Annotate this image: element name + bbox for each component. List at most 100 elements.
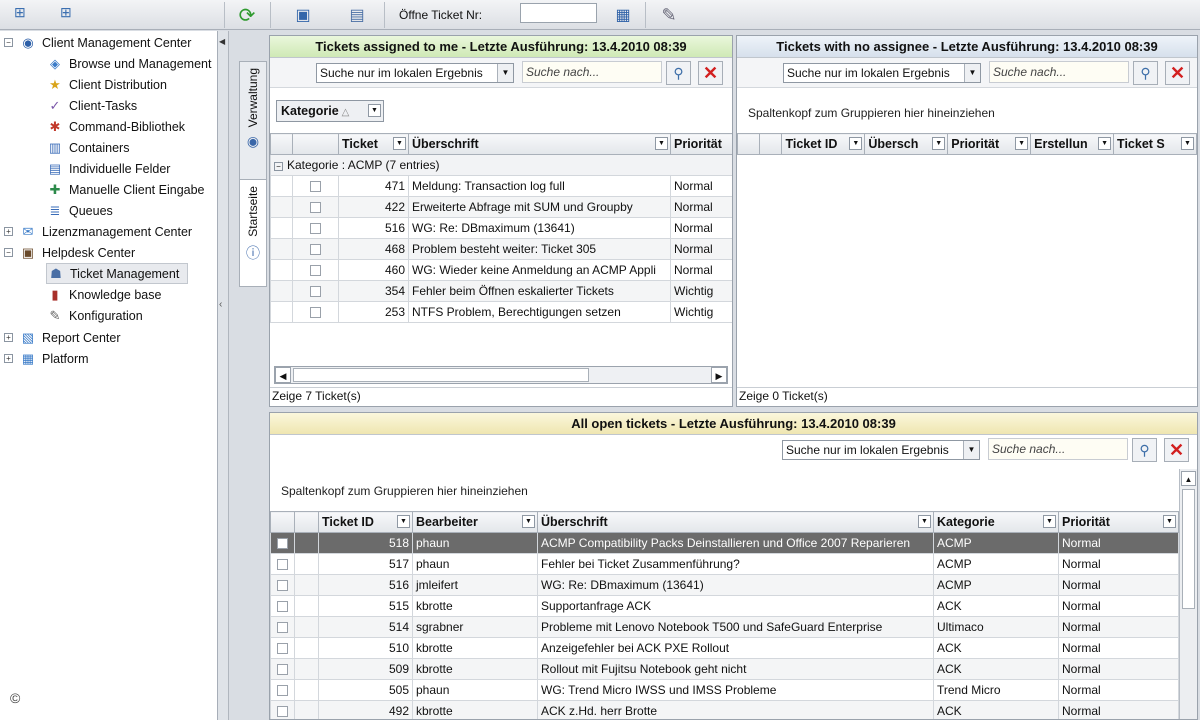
column-header-ticket-status[interactable]: Ticket S ▼	[1113, 133, 1197, 155]
table-row[interactable]: 516 jmleifert WG: Re: DBmaximum (13641) ACM…	[270, 574, 1179, 596]
column-header-prioritaet[interactable]: Priorität ▼	[1058, 511, 1179, 533]
table-row[interactable]: 471 Meldung: Transaction log full Normal	[270, 175, 732, 197]
chevron-down-icon[interactable]: ▼	[1163, 515, 1176, 528]
tree-item-ticket-management[interactable]: ☗ Ticket Management	[46, 263, 188, 284]
scroll-thumb[interactable]	[1182, 489, 1195, 609]
search-input[interactable]: Suche nach...	[522, 61, 662, 83]
table-row[interactable]: 505 phaun WG: Trend Micro IWSS und IMSS Pr…	[270, 679, 1179, 701]
chevron-down-icon[interactable]: ▼	[393, 137, 406, 150]
tree-item-individuelle-felder[interactable]: ▤ Individuelle Felder	[46, 158, 171, 179]
horizontal-scrollbar[interactable]: ◀ ▶	[274, 366, 728, 384]
column-header-ticket-id[interactable]: Ticket ID ▼	[781, 133, 866, 155]
table-row[interactable]: 516 WG: Re: DBmaximum (13641) Normal	[270, 217, 732, 239]
column-header-ticket[interactable]: Ticket ▼	[338, 133, 409, 155]
chevron-down-icon[interactable]: ▼	[522, 515, 535, 528]
tree-item-client-tasks[interactable]: ✓ Client-Tasks	[46, 95, 138, 116]
row-checkbox[interactable]	[310, 265, 321, 277]
collapse-toggle-icon[interactable]: −	[4, 248, 13, 257]
chevron-down-icon[interactable]: ▼	[1015, 137, 1029, 150]
tree-item-platform[interactable]: + ▦ Platform	[4, 348, 89, 369]
row-checkbox[interactable]	[277, 685, 288, 697]
column-header-ticket-id[interactable]: Ticket ID ▼	[318, 511, 413, 533]
chevron-down-icon[interactable]: ▼	[932, 137, 946, 150]
row-checkbox[interactable]	[277, 559, 288, 571]
column-header-ueberschrift[interactable]: Überschrift ▼	[408, 133, 671, 155]
row-checkbox[interactable]	[277, 580, 288, 592]
tree-item-helpdesk-center[interactable]: − ▣ Helpdesk Center	[4, 242, 135, 263]
open-ticket-input[interactable]	[520, 3, 597, 23]
row-checkbox[interactable]	[310, 202, 321, 214]
chevron-down-icon[interactable]: ▼	[1181, 137, 1194, 150]
row-checkbox[interactable]	[277, 622, 288, 634]
expand-toggle-icon[interactable]: +	[4, 227, 13, 236]
tree-item-browse-und-management[interactable]: ◈ Browse und Management	[46, 53, 211, 74]
tree-item-client-management-center[interactable]: − ◉ Client Management Center	[4, 32, 191, 53]
tree-expand-icon[interactable]: ⊞	[14, 4, 26, 21]
table-row[interactable]: 492 kbrotte ACK z.Hd. herr Brotte ACK Normal	[270, 700, 1179, 719]
chevron-down-icon[interactable]: ▼	[655, 137, 668, 150]
table-row[interactable]: 514 sgrabner Probleme mit Lenovo Notebook …	[270, 616, 1179, 638]
search-scope-select[interactable]: Suche nur im lokalen Ergebnis ▼	[316, 63, 514, 83]
tree-item-knowledge-base[interactable]: ▮ Knowledge base	[46, 284, 161, 305]
chevron-down-icon[interactable]: ▼	[849, 137, 863, 150]
row-checkbox[interactable]	[310, 307, 321, 319]
chevron-down-icon[interactable]: ▼	[1043, 515, 1056, 528]
search-input[interactable]: Suche nach...	[989, 61, 1129, 83]
tree-item-manuelle-client-eingabe[interactable]: ✚ Manuelle Client Eingabe	[46, 179, 205, 200]
tree-item-konfiguration[interactable]: ✎ Konfiguration	[46, 305, 143, 326]
column-header-prioritaet[interactable]: Priorität ▼	[947, 133, 1032, 155]
scroll-up-icon[interactable]: ▲	[1181, 471, 1196, 486]
search-button[interactable]: ⚲	[666, 61, 691, 85]
table-row[interactable]: 253 NTFS Problem, Berechtigungen setzen Wi…	[270, 301, 732, 323]
splitter-grip-icon[interactable]: ‹	[219, 299, 222, 310]
expand-toggle-icon[interactable]: +	[4, 333, 13, 342]
tab-startseite[interactable]: Startseite ⓘ	[239, 179, 267, 287]
row-checkbox[interactable]	[277, 664, 288, 676]
column-header-erstellung[interactable]: Erstellun ▼	[1030, 133, 1115, 155]
group-by-kategorie-button[interactable]: Kategorie △ ▼	[276, 100, 384, 122]
row-checkbox[interactable]	[277, 538, 288, 550]
row-checkbox[interactable]	[310, 223, 321, 235]
collapse-arrow-icon[interactable]: ◀	[219, 37, 225, 46]
table-row[interactable]: 460 WG: Wieder keine Anmeldung an ACMP Ap…	[270, 259, 732, 281]
search-button[interactable]: ⚲	[1132, 438, 1157, 462]
vertical-scrollbar[interactable]: ▲	[1179, 469, 1197, 719]
column-header-prioritaet[interactable]: Priorität	[670, 133, 732, 155]
clear-search-button[interactable]: ✕	[1165, 61, 1190, 85]
scroll-thumb[interactable]	[293, 368, 589, 382]
splitter[interactable]: ◀ ‹	[218, 31, 229, 720]
new-ticket-icon[interactable]: ▣	[290, 3, 316, 27]
tree-item-report-center[interactable]: + ▧ Report Center	[4, 327, 121, 348]
tree-item-command-bibliothek[interactable]: ✱ Command-Bibliothek	[46, 116, 185, 137]
collapse-toggle-icon[interactable]: −	[274, 162, 283, 171]
row-checkbox[interactable]	[277, 601, 288, 613]
assign-ticket-icon[interactable]: ▤	[344, 3, 370, 27]
column-header-kategorie[interactable]: Kategorie ▼	[933, 511, 1059, 533]
refresh-icon[interactable]: ⟳	[234, 3, 260, 27]
row-checkbox[interactable]	[310, 181, 321, 193]
collapse-toggle-icon[interactable]: −	[4, 38, 13, 47]
search-input[interactable]: Suche nach...	[988, 438, 1128, 460]
column-header-bearbeiter[interactable]: Bearbeiter ▼	[412, 511, 538, 533]
column-header-ueberschrift[interactable]: Überschrift ▼	[537, 511, 934, 533]
expand-toggle-icon[interactable]: +	[4, 354, 13, 363]
table-row[interactable]: 515 kbrotte Supportanfrage ACK ACK Normal	[270, 595, 1179, 617]
table-row[interactable]: 354 Fehler beim Öffnen eskalierter Ticket…	[270, 280, 732, 302]
column-header-ueberschrift[interactable]: Übersch ▼	[864, 133, 949, 155]
tree-item-queues[interactable]: ≣ Queues	[46, 200, 113, 221]
clear-search-button[interactable]: ✕	[1164, 438, 1189, 462]
tree-collapse-icon[interactable]: ⊞	[60, 4, 72, 21]
scroll-left-icon[interactable]: ◀	[275, 367, 291, 383]
chevron-down-icon[interactable]: ▼	[918, 515, 931, 528]
clear-search-button[interactable]: ✕	[698, 61, 723, 85]
open-ticket-button[interactable]: ▦	[610, 3, 636, 27]
table-row[interactable]: 468 Problem besteht weiter: Ticket 305 Nor…	[270, 238, 732, 260]
tree-item-containers[interactable]: ▥ Containers	[46, 137, 130, 158]
group-row[interactable]: − Kategorie : ACMP (7 entries)	[270, 154, 732, 176]
table-row[interactable]: 509 kbrotte Rollout mit Fujitsu Notebook g…	[270, 658, 1179, 680]
search-button[interactable]: ⚲	[1133, 61, 1158, 85]
table-row[interactable]: 510 kbrotte Anzeigefehler bei ACK PXE Roll…	[270, 637, 1179, 659]
chevron-down-icon[interactable]: ▼	[1098, 137, 1112, 150]
row-checkbox[interactable]	[277, 643, 288, 655]
search-scope-select[interactable]: Suche nur im lokalen Ergebnis ▼	[782, 440, 980, 460]
